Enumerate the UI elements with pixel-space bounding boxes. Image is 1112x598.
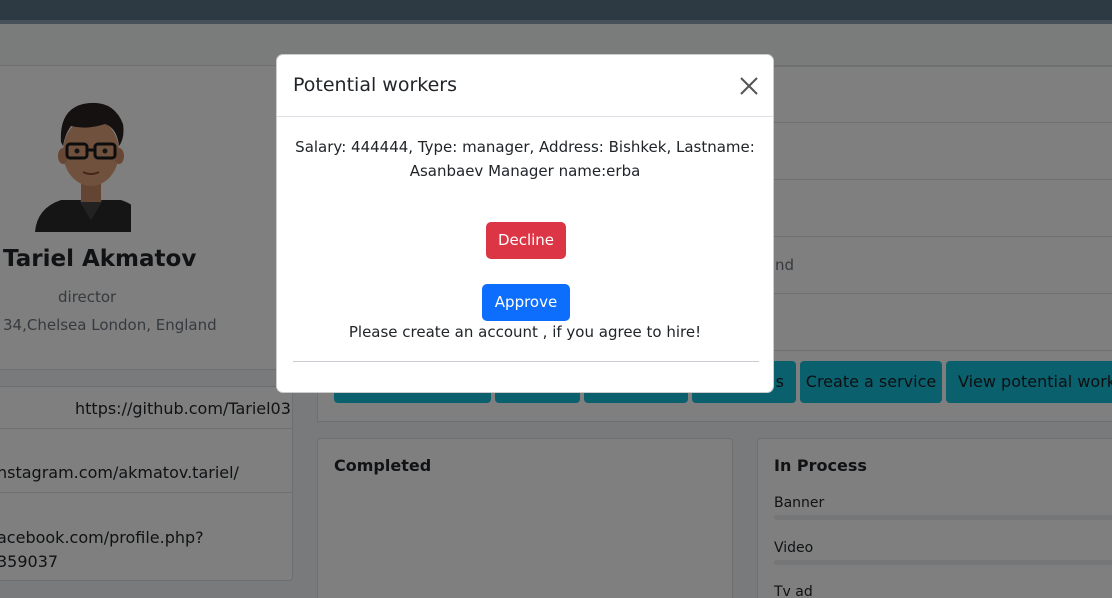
approve-button[interactable]: Approve — [482, 284, 570, 321]
potential-workers-modal: Potential workers Salary: 444444, Type: … — [276, 54, 774, 393]
modal-divider — [293, 361, 759, 362]
worker-details: Salary: 444444, Type: manager, Address: … — [295, 138, 755, 180]
decline-button[interactable]: Decline — [486, 222, 566, 259]
modal-header: Potential workers — [277, 55, 773, 117]
close-icon[interactable] — [738, 75, 760, 97]
modal-title: Potential workers — [293, 74, 457, 96]
modal-note: Please create an account , if you agree … — [348, 323, 702, 341]
